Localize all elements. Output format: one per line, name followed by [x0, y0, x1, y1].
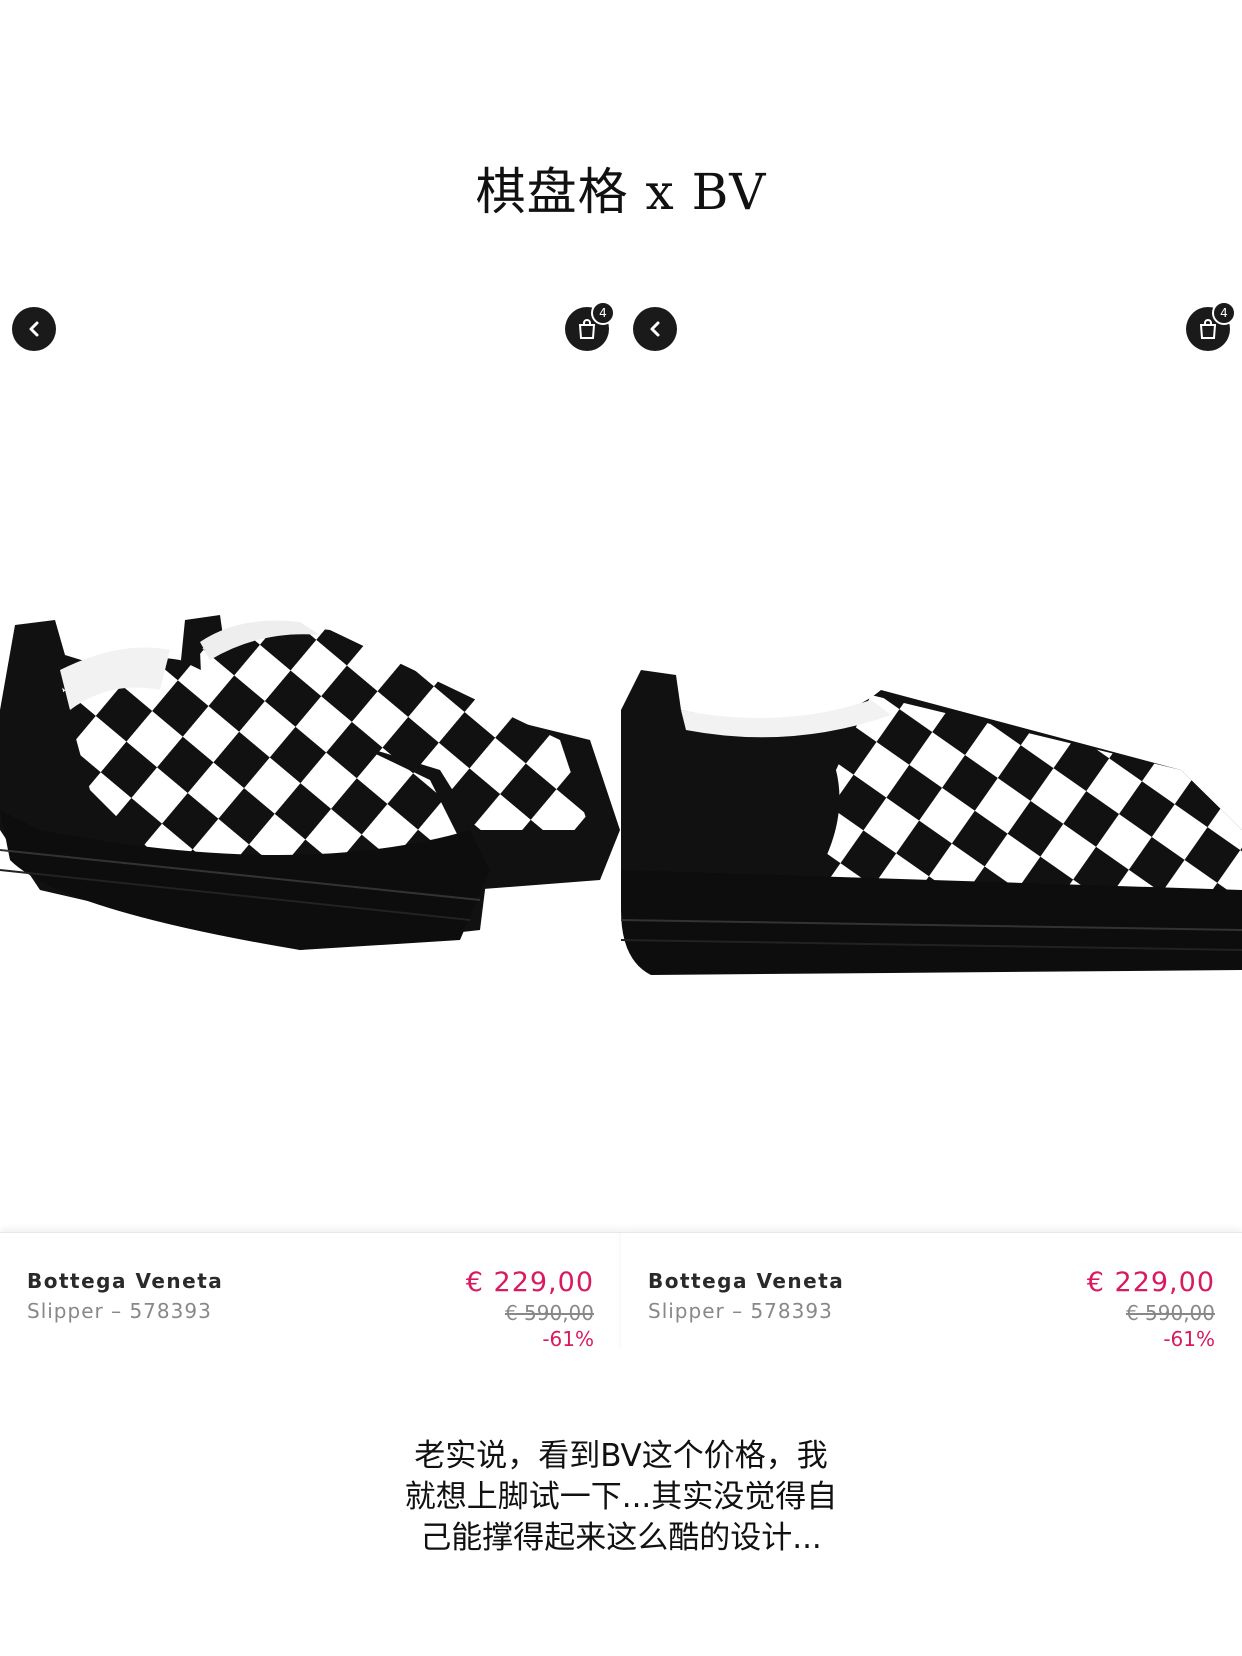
- back-button[interactable]: [633, 307, 677, 351]
- caption-text: 老实说，看到BV这个价格，我 就想上脚试一下...其实没觉得自 己能撑得起来这么…: [0, 1436, 1242, 1559]
- cart-count-badge: 4: [1212, 301, 1236, 325]
- discount-percent: -61%: [542, 1327, 594, 1351]
- product-panel-left[interactable]: 4: [0, 270, 621, 1370]
- product-info-left[interactable]: Bottega Veneta Slipper – 578393 € 229,00…: [0, 1232, 621, 1353]
- back-button[interactable]: [12, 307, 56, 351]
- cart-button[interactable]: 4: [565, 301, 615, 351]
- sale-price: € 229,00: [1086, 1267, 1215, 1298]
- shoe-side-image: [621, 670, 1242, 975]
- caption-line: 老实说，看到BV这个价格，我: [414, 1438, 828, 1474]
- caption-line: 就想上脚试一下...其实没觉得自: [404, 1479, 838, 1515]
- chevron-left-icon: [29, 321, 39, 337]
- discount-percent: -61%: [1163, 1327, 1215, 1351]
- product-brand: Bottega Veneta: [648, 1269, 845, 1293]
- cart-count-badge: 4: [591, 301, 615, 325]
- chevron-left-icon: [650, 321, 660, 337]
- original-price: € 590,00: [504, 1301, 594, 1325]
- cart-button[interactable]: 4: [1186, 301, 1236, 351]
- product-brand: Bottega Veneta: [27, 1269, 224, 1293]
- product-panel-right[interactable]: 4: [621, 270, 1242, 1370]
- product-model: Slipper – 578393: [648, 1299, 833, 1323]
- product-model: Slipper – 578393: [27, 1299, 212, 1323]
- sale-price: € 229,00: [465, 1267, 594, 1298]
- product-info-right[interactable]: Bottega Veneta Slipper – 578393 € 229,00…: [621, 1232, 1242, 1353]
- original-price: € 590,00: [1125, 1301, 1215, 1325]
- caption-line: 己能撑得起来这么酷的设计...: [420, 1520, 822, 1556]
- page-title: 棋盘格 x BV: [475, 163, 767, 221]
- shoe-pair-image: [0, 615, 620, 950]
